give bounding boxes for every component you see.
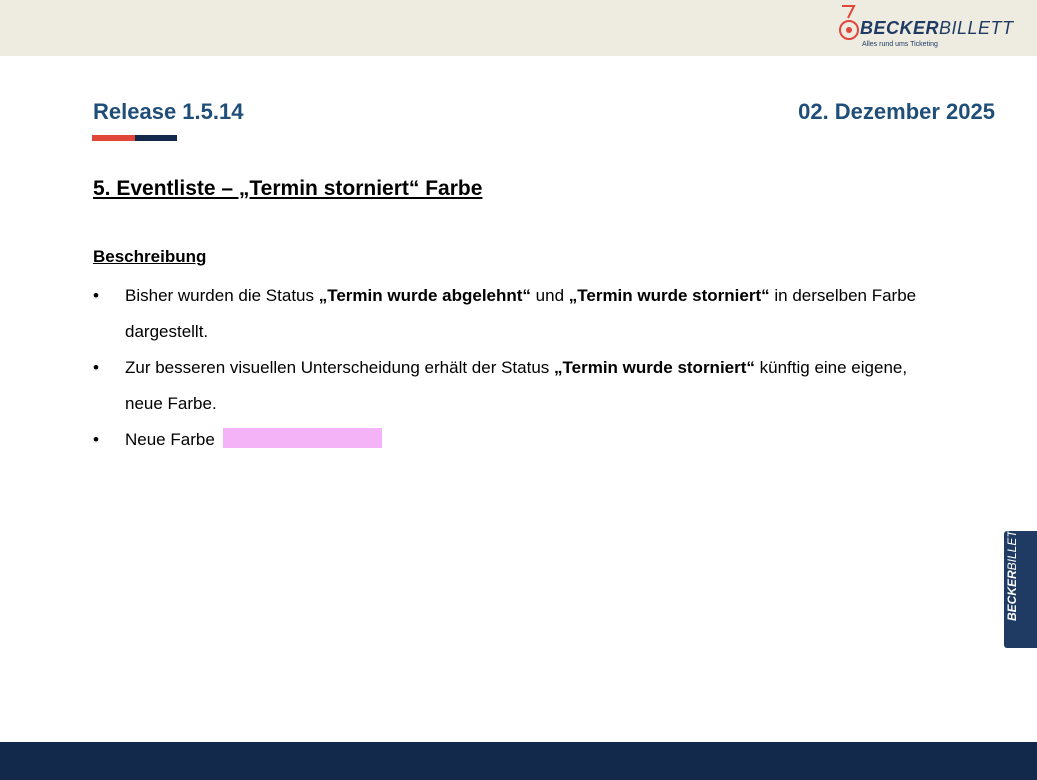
logo-wordmark: BECKERBILLETT: [860, 18, 1014, 39]
top-bar: BECKERBILLETT Alles rund ums Ticketing: [0, 0, 1037, 56]
list-item: • Zur besseren visuellen Unterscheidung …: [93, 350, 933, 422]
logo-brand-bold: BECKER: [860, 18, 940, 38]
text-segment: Zur besseren visuellen Unterscheidung er…: [125, 358, 555, 377]
side-brand-tab[interactable]: BECKERBILLETT: [1004, 523, 1037, 648]
bullet-icon: •: [93, 358, 99, 377]
description-list: • Bisher wurden die Status „Termin wurde…: [93, 278, 933, 458]
new-color-label: Neue Farbe: [125, 430, 215, 449]
side-tab-brand-light: BILLETT: [1005, 522, 1019, 571]
side-tab-wordmark: BECKERBILLETT: [1005, 521, 1019, 621]
side-tab-brand-bold: BECKER: [1005, 570, 1019, 621]
release-date: 02. Dezember 2025: [798, 99, 995, 124]
list-item: • Bisher wurden die Status „Termin wurde…: [93, 278, 933, 350]
bullet-icon: •: [93, 286, 99, 305]
status-declined: „Termin wurde abgelehnt“: [318, 286, 531, 305]
bullet-icon: •: [93, 430, 99, 449]
release-version: Release 1.5.14: [93, 99, 244, 124]
accent-bar-navy: [135, 135, 177, 141]
text-segment: und: [530, 286, 569, 305]
list-item: • Neue Farbe: [93, 422, 933, 458]
accent-bar-red: [92, 135, 135, 141]
text-segment: Bisher wurden die Status: [125, 286, 319, 305]
status-cancelled: „Termin wurde storniert“: [568, 286, 770, 305]
becker-billett-logo: BECKERBILLETT Alles rund ums Ticketing: [838, 4, 1013, 54]
footer-bar: [0, 742, 1037, 780]
logo-brand-light: BILLETT: [939, 18, 1014, 38]
status-cancelled: „Termin wurde storniert“: [554, 358, 755, 377]
logo-tagline: Alles rund ums Ticketing: [862, 41, 938, 48]
section-title: 5. Eventliste – „Termin storniert“ Farbe: [93, 177, 483, 200]
new-color-swatch: [222, 428, 382, 448]
description-heading: Beschreibung: [93, 247, 207, 266]
